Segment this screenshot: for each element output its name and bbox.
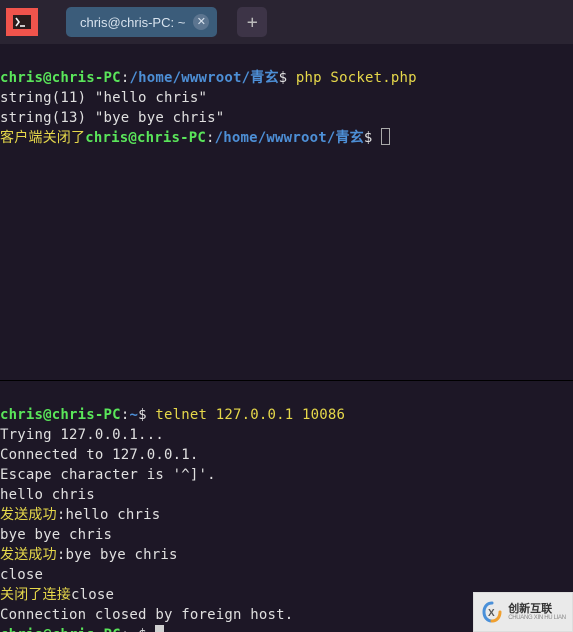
- prompt-path: ~: [129, 407, 138, 423]
- output-line: Connected to 127.0.0.1.: [0, 447, 198, 463]
- output-line: close: [71, 587, 114, 603]
- titlebar: chris@chris-PC: ~ ✕ +: [0, 0, 573, 44]
- prompt-dollar: $: [138, 407, 155, 423]
- output-line: Escape character is '^]'.: [0, 467, 216, 483]
- tab-close-icon[interactable]: ✕: [193, 14, 209, 30]
- output-line: bye bye chris: [0, 527, 112, 543]
- watermark: X 创新互联 CHUANG XIN HU LIAN: [473, 592, 573, 632]
- prompt-colon: :: [206, 130, 215, 146]
- prompt-path: /home/wwwroot/青玄: [215, 130, 364, 146]
- output-line: :bye bye chris: [57, 547, 178, 563]
- svg-text:X: X: [488, 608, 495, 619]
- prompt-user: chris@chris-PC: [0, 407, 121, 423]
- output-line: string(11) "hello chris": [0, 90, 207, 106]
- prompt-dollar: $: [279, 70, 296, 86]
- add-tab-button[interactable]: +: [237, 7, 267, 37]
- prompt-path: ~: [129, 627, 138, 632]
- output-line: close: [0, 567, 43, 583]
- watermark-logo-icon: X: [480, 600, 504, 624]
- watermark-text-cn: 创新互联: [508, 604, 566, 615]
- terminal-tab[interactable]: chris@chris-PC: ~ ✕: [66, 7, 217, 37]
- cursor-icon: [155, 625, 164, 632]
- output-line: 发送成功: [0, 547, 57, 563]
- prompt-user: chris@chris-PC: [0, 627, 121, 632]
- output-line: Trying 127.0.0.1...: [0, 427, 164, 443]
- prompt-user: chris@chris-PC: [85, 130, 206, 146]
- terminal-pane-top[interactable]: chris@chris-PC:/home/wwwroot/青玄$ php Soc…: [0, 44, 573, 380]
- output-line: 关闭了连接: [0, 587, 71, 603]
- output-line: string(13) "bye bye chris": [0, 110, 224, 126]
- command-text: telnet 127.0.0.1 10086: [155, 407, 345, 423]
- output-line: 发送成功: [0, 507, 57, 523]
- terminal-app-icon[interactable]: [6, 8, 38, 36]
- tab-title: chris@chris-PC: ~: [80, 15, 185, 30]
- prompt-dollar: $: [138, 627, 155, 632]
- prompt-icon: [13, 15, 31, 29]
- watermark-text-en: CHUANG XIN HU LIAN: [508, 615, 566, 621]
- prompt-dollar: $: [364, 130, 381, 146]
- output-line: :hello chris: [57, 507, 161, 523]
- command-text: php Socket.php: [296, 70, 417, 86]
- output-line: hello chris: [0, 487, 95, 503]
- plus-icon: +: [247, 12, 258, 33]
- output-line: Connection closed by foreign host.: [0, 607, 293, 623]
- cursor-icon: [381, 128, 390, 145]
- prompt-path: /home/wwwroot/青玄: [129, 70, 278, 86]
- output-line: 客户端关闭了: [0, 130, 85, 146]
- prompt-user: chris@chris-PC: [0, 70, 121, 86]
